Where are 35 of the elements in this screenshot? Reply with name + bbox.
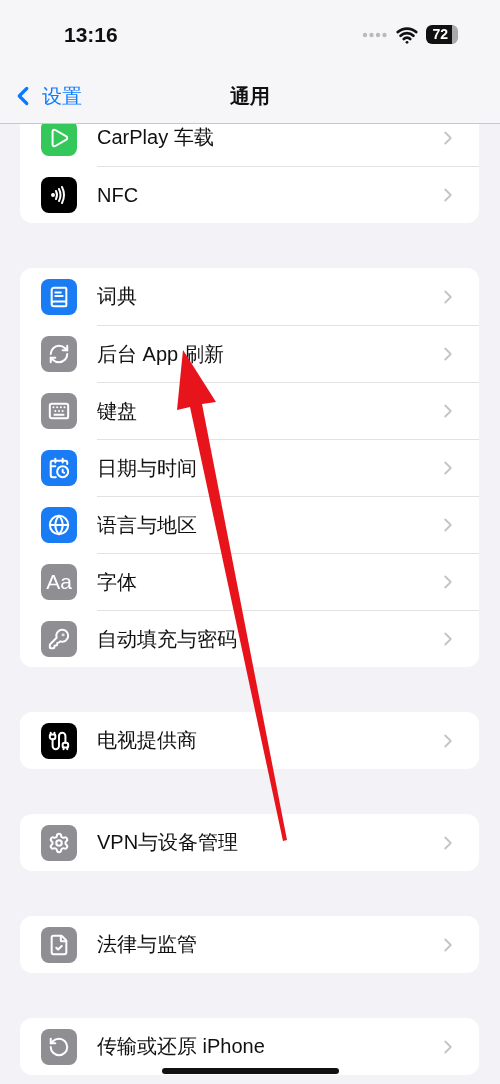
- row-label: 自动填充与密码: [97, 626, 237, 652]
- settings-row[interactable]: CarPlay 车载: [20, 124, 479, 166]
- nfc-icon: [41, 176, 77, 213]
- row-label: NFC: [97, 183, 139, 207]
- gear-icon: [41, 824, 77, 861]
- row-label: 日期与时间: [97, 455, 197, 481]
- status-time: 13:16: [64, 22, 118, 47]
- book-icon: [41, 278, 77, 315]
- settings-row[interactable]: 词典: [20, 268, 479, 325]
- row-label: 语言与地区: [97, 512, 197, 538]
- row-label: 传输或还原 iPhone: [97, 1034, 265, 1059]
- row-label: 键盘: [97, 398, 137, 424]
- row-label: 电视提供商: [97, 728, 197, 753]
- back-button[interactable]: 设置: [8, 81, 82, 112]
- row-label: VPN与设备管理: [97, 830, 239, 855]
- refresh-icon: [41, 335, 77, 372]
- settings-row[interactable]: NFC: [20, 166, 479, 223]
- key-icon: [41, 620, 77, 657]
- document-icon: [41, 926, 77, 963]
- row-label: CarPlay 车载: [97, 125, 214, 150]
- settings-row[interactable]: VPN与设备管理: [20, 814, 479, 871]
- cable-icon: [41, 722, 77, 759]
- cellular-icon: [362, 31, 389, 38]
- settings-row[interactable]: 法律与监管: [20, 916, 479, 973]
- row-label: 法律与监管: [97, 932, 197, 957]
- globe-icon: [41, 506, 77, 543]
- settings-row[interactable]: 传输或还原 iPhone: [20, 1018, 479, 1075]
- reset-icon: [41, 1028, 77, 1065]
- page-title: 通用: [230, 83, 270, 109]
- row-label: 词典: [97, 284, 137, 309]
- row-label: 字体: [97, 569, 137, 595]
- calendar-icon: [41, 449, 77, 486]
- keyboard-icon: [41, 392, 77, 429]
- font-icon: Aa: [41, 563, 77, 600]
- battery-icon: 72: [426, 25, 458, 45]
